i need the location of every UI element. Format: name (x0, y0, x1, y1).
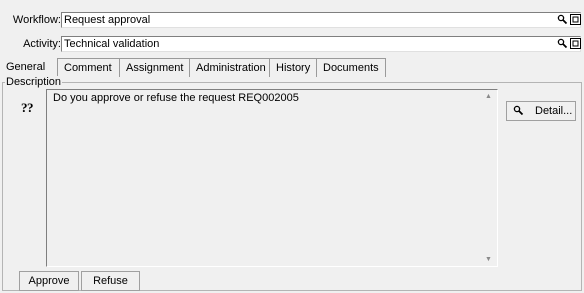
tab-history[interactable]: History (270, 58, 317, 77)
activity-table-icon[interactable] (570, 38, 581, 49)
tab-administration-label: Administration (196, 62, 266, 74)
workflow-field[interactable]: Request approval (61, 12, 581, 28)
detail-button-label: Detail... (535, 105, 573, 117)
activity-value: Technical validation (64, 38, 160, 50)
refuse-button[interactable]: Refuse (81, 271, 140, 291)
tab-general[interactable]: General (0, 58, 58, 77)
description-group-label: Description (5, 76, 63, 88)
approve-button[interactable]: Approve (19, 271, 79, 291)
magnifier-icon (513, 104, 524, 122)
workflow-zoom-icon[interactable] (557, 14, 568, 25)
refuse-button-label: Refuse (93, 275, 128, 287)
tab-assignment[interactable]: Assignment (120, 58, 190, 77)
approve-button-label: Approve (28, 275, 70, 287)
tab-comment[interactable]: Comment (58, 58, 120, 77)
tab-documents[interactable]: Documents (317, 58, 386, 77)
svg-text:?: ? (27, 100, 34, 115)
tab-general-label: General (6, 61, 46, 73)
description-memo[interactable]: Do you approve or refuse the request REQ… (46, 89, 498, 267)
question-icon: ? ? (21, 99, 37, 115)
tab-assignment-label: Assignment (126, 62, 184, 74)
description-scrollbar[interactable]: ▲ ▼ (480, 90, 497, 266)
tab-comment-label: Comment (64, 62, 112, 74)
scroll-up-icon[interactable]: ▲ (480, 93, 497, 100)
scroll-down-icon[interactable]: ▼ (480, 256, 497, 263)
tab-documents-label: Documents (323, 62, 379, 74)
workflow-value: Request approval (64, 14, 151, 26)
workflow-table-icon[interactable] (570, 14, 581, 25)
activity-label: Activity: (23, 38, 61, 50)
tab-history-label: History (276, 62, 311, 74)
description-text: Do you approve or refuse the request REQ… (53, 92, 299, 104)
tab-administration[interactable]: Administration (190, 58, 270, 77)
activity-field[interactable]: Technical validation (61, 36, 581, 52)
detail-button[interactable]: Detail... (506, 101, 576, 121)
activity-zoom-icon[interactable] (557, 38, 568, 49)
workflow-label: Workflow: (12, 14, 61, 26)
